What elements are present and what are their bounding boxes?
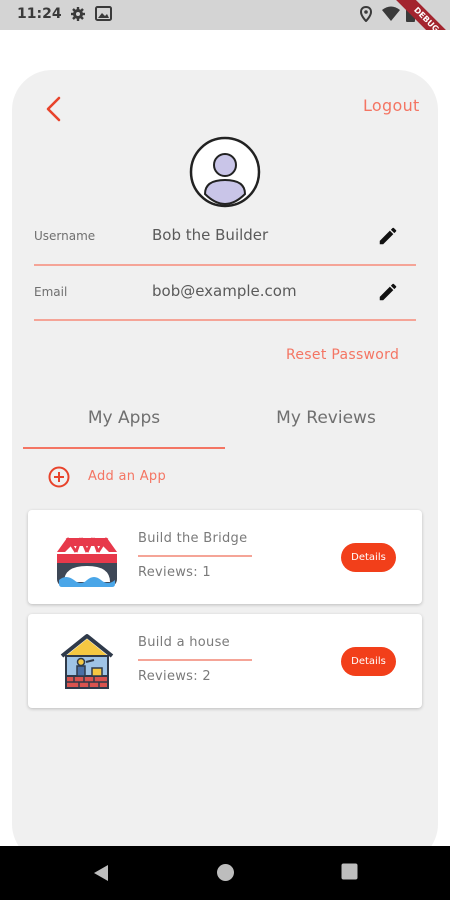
house-construction-icon (60, 634, 114, 689)
wifi-icon (382, 6, 400, 21)
app-card[interactable]: Build a house Reviews: 2 Details (28, 614, 422, 708)
tab-my-reviews[interactable]: My Reviews (225, 408, 427, 428)
image-icon (95, 6, 112, 21)
status-bar: 11:24 DEBUG (0, 0, 450, 59)
email-value: bob@example.com (152, 282, 297, 300)
logout-link[interactable]: Logout (363, 96, 420, 115)
username-divider (34, 264, 416, 266)
chevron-left-icon[interactable] (42, 96, 66, 122)
system-nav-bar (0, 846, 450, 900)
location-icon (360, 6, 372, 22)
user-avatar-icon[interactable] (189, 136, 261, 208)
add-circle-icon (48, 466, 70, 488)
bridge-icon (57, 537, 117, 587)
home-circle-icon[interactable] (216, 863, 235, 882)
app-area: Logout Username Bob the Builder Email bo… (0, 30, 450, 864)
back-triangle-icon[interactable] (92, 863, 110, 883)
add-app-label: Add an App (88, 469, 167, 484)
details-button[interactable]: Details (341, 543, 396, 572)
app-card[interactable]: Build the Bridge Reviews: 1 Details (28, 510, 422, 604)
gear-icon (71, 7, 85, 21)
pencil-icon[interactable] (377, 281, 399, 303)
profile-card: Logout Username Bob the Builder Email bo… (12, 70, 438, 864)
app-name: Build the Bridge (138, 531, 248, 546)
email-divider (34, 319, 416, 321)
app-reviews-count: Reviews: 1 (138, 565, 211, 580)
app-name-underline (138, 555, 252, 557)
tab-indicator (23, 447, 225, 449)
pencil-icon[interactable] (377, 225, 399, 247)
email-label: Email (34, 285, 68, 299)
details-button[interactable]: Details (341, 647, 396, 676)
recents-square-icon[interactable] (341, 863, 358, 880)
app-name-underline (138, 659, 252, 661)
username-label: Username (34, 229, 96, 243)
app-name: Build a house (138, 635, 230, 650)
username-value: Bob the Builder (152, 226, 269, 244)
status-time: 11:24 (17, 6, 62, 22)
app-reviews-count: Reviews: 2 (138, 669, 211, 684)
reset-password-link[interactable]: Reset Password (286, 347, 399, 363)
tab-my-apps[interactable]: My Apps (23, 408, 225, 428)
